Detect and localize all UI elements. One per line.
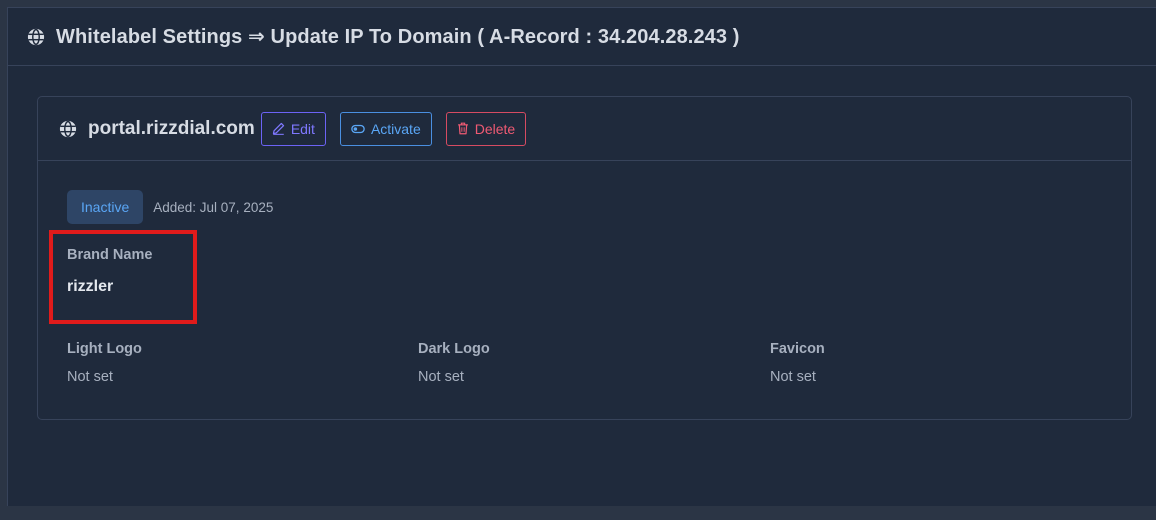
pencil-icon <box>272 122 284 135</box>
brand-name-label: Brand Name <box>67 247 153 263</box>
dark-logo-label: Dark Logo <box>418 341 490 357</box>
edit-button[interactable]: Edit <box>260 111 326 146</box>
highlight-box <box>49 230 197 324</box>
status-badge: Inactive <box>67 190 144 224</box>
domain-card: portal.rizzdial.com Edit Activate Delete… <box>37 96 1132 420</box>
favicon-field: Favicon Not set <box>770 341 825 385</box>
globe-icon <box>59 120 77 138</box>
added-date: Added: Jul 07, 2025 <box>153 199 274 215</box>
globe-icon <box>27 28 45 46</box>
favicon-label: Favicon <box>770 341 825 357</box>
light-logo-field: Light Logo Not set <box>67 341 142 385</box>
brand-name-value: rizzler <box>67 278 114 295</box>
dark-logo-field: Dark Logo Not set <box>418 341 490 385</box>
settings-panel: Whitelabel Settings ⇒ Update IP To Domai… <box>7 7 1156 506</box>
status-row: Inactive Added: Jul 07, 2025 <box>67 190 273 224</box>
light-logo-label: Light Logo <box>67 341 142 357</box>
delete-button[interactable]: Delete <box>445 111 527 146</box>
activate-button-label: Activate <box>370 120 421 137</box>
light-logo-value: Not set <box>67 369 113 385</box>
domain-card-header: portal.rizzdial.com Edit Activate Delete <box>38 97 1131 161</box>
favicon-value: Not set <box>770 369 816 385</box>
delete-button-label: Delete <box>474 120 516 137</box>
activate-button[interactable]: Activate <box>339 111 432 146</box>
page-title: Whitelabel Settings ⇒ Update IP To Domai… <box>56 26 740 48</box>
trash-icon <box>457 122 468 135</box>
domain-name: portal.rizzdial.com <box>88 117 255 139</box>
edit-button-label: Edit <box>290 120 315 137</box>
toggle-icon <box>351 124 365 133</box>
dark-logo-value: Not set <box>418 369 464 385</box>
panel-header: Whitelabel Settings ⇒ Update IP To Domai… <box>8 8 1156 66</box>
